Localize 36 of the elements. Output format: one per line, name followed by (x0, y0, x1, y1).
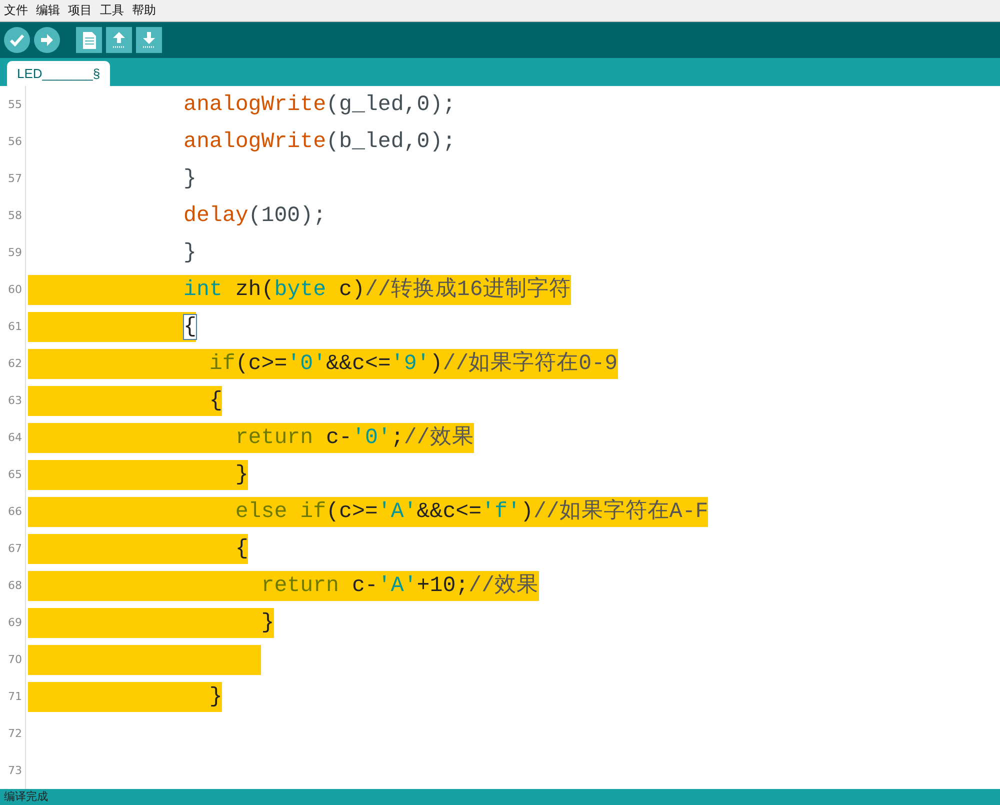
menu-item[interactable]: 项目 (64, 0, 96, 21)
check-button[interactable] (4, 27, 30, 53)
line-number: 57 (7, 171, 23, 187)
line-number: 66 (7, 504, 23, 520)
code-line: analogWrite(g_led,0); (182, 92, 456, 118)
line-number: 64 (7, 430, 23, 446)
right-arrow-button[interactable] (34, 27, 60, 53)
menu-item[interactable]: 工具 (96, 0, 128, 21)
code-line: delay(100); (182, 202, 326, 230)
line-number: 56 (7, 134, 23, 150)
line-number: 68 (7, 578, 23, 594)
line-number: 67 (7, 541, 23, 557)
code-line: } (182, 166, 196, 192)
line-number: 65 (7, 467, 23, 483)
line-number: 60 (7, 282, 23, 298)
line-number: 63 (7, 393, 23, 409)
line-number: 55 (7, 97, 23, 113)
status-message: 编译完成 (4, 789, 49, 805)
up-arrow-button[interactable] (106, 27, 132, 53)
menu-item[interactable]: 文件 (0, 0, 32, 21)
menu-item[interactable]: 编辑 (32, 0, 64, 21)
line-number: 70 (7, 652, 23, 668)
line-number: 73 (7, 763, 23, 779)
line-number: 58 (7, 208, 23, 224)
line-number: 59 (7, 245, 23, 261)
line-number: 62 (7, 356, 23, 372)
down-arrow-button[interactable] (136, 27, 162, 53)
menu-item[interactable]: 帮助 (128, 0, 160, 21)
line-number: 72 (7, 726, 23, 742)
document-button[interactable] (76, 27, 102, 53)
code-line: } (182, 240, 196, 266)
line-number: 71 (7, 689, 23, 705)
code-line: analogWrite(b_led,0); (182, 128, 456, 156)
line-number: 61 (7, 319, 23, 335)
line-number: 69 (7, 615, 23, 631)
file-tab[interactable]: LED_______§ (7, 61, 110, 86)
